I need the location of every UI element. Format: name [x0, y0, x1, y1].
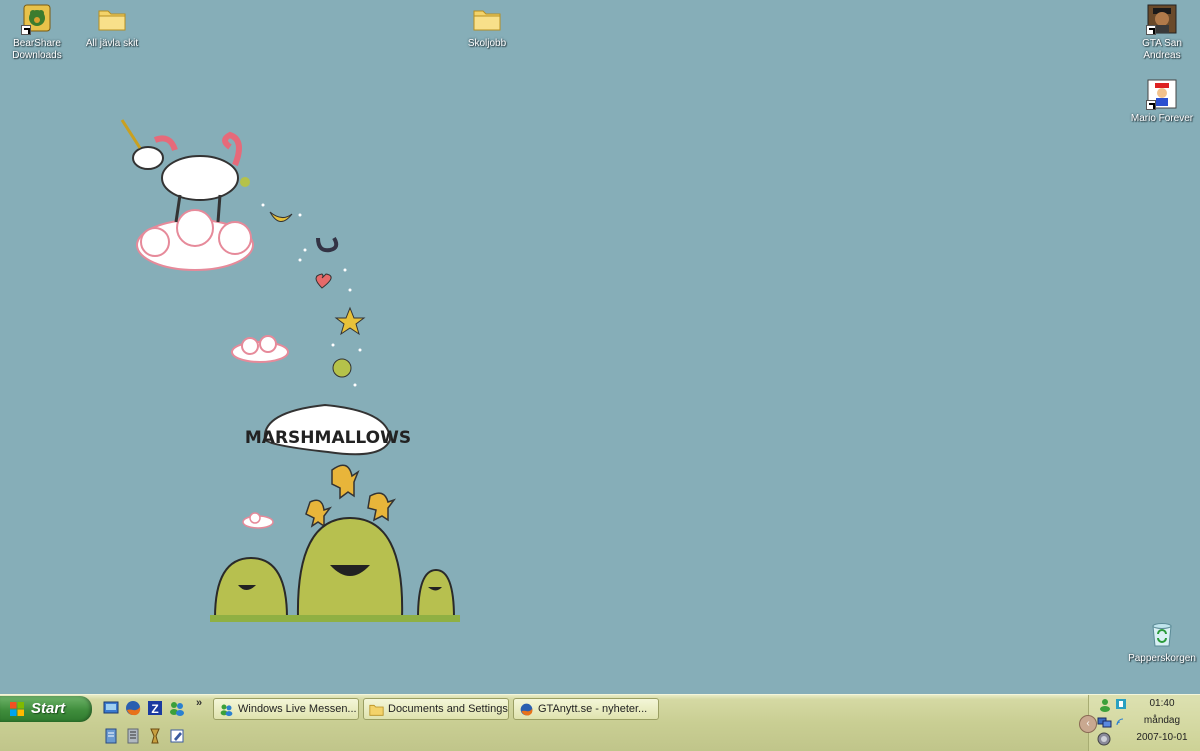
desktop-icon-label: Papperskorgen — [1128, 653, 1196, 664]
firefox-icon[interactable] — [124, 699, 142, 717]
taskbar-button-documents-and-settings[interactable]: Documents and Settings — [363, 698, 509, 720]
mario-icon — [1146, 78, 1178, 110]
network-icon[interactable] — [1097, 715, 1113, 729]
taskbar-button-firefox[interactable]: GTAnytt.se - nyheter... — [513, 698, 659, 720]
desktop-icon-label: BearShare Downloads — [12, 38, 62, 61]
folder-icon — [369, 704, 384, 716]
notepad-icon[interactable] — [102, 727, 120, 745]
marshmallows-banner: MARSHMALLOWS — [245, 403, 411, 456]
bearshare-icon — [21, 3, 53, 35]
tool-icon[interactable] — [146, 727, 164, 745]
green-marshmallows-graphic — [210, 516, 460, 622]
tray-expand-button[interactable]: ‹ — [1079, 715, 1097, 733]
small-cloud-graphic — [231, 335, 289, 363]
zone-icon[interactable]: Z — [146, 699, 164, 717]
desktop-icon-bearshare[interactable]: BearShare Downloads — [0, 3, 74, 62]
taskbar-button-label: Documents and Settings — [388, 703, 508, 715]
taskbar: Start Z » Windows Live Messen... Documen… — [0, 694, 1200, 751]
gta-icon — [1146, 3, 1178, 35]
desktop-icon-skoljobb[interactable]: Skoljobb — [450, 3, 524, 50]
desktop-icon-label: All jävla skit — [85, 38, 139, 49]
update-icon[interactable] — [1115, 698, 1127, 710]
start-label: Start — [31, 700, 66, 717]
shortcut-arrow-icon — [1146, 25, 1156, 35]
windows-logo-icon — [10, 702, 24, 716]
banner-text: MARSHMALLOWS — [245, 428, 411, 448]
desktop-icon-all-javla-skit[interactable]: All jävla skit — [75, 3, 149, 50]
volume-icon[interactable] — [1097, 732, 1111, 746]
desktop-icon-label: GTA San Andreas — [1142, 38, 1182, 61]
shortcut-arrow-icon — [21, 25, 31, 35]
desktop: BearShare Downloads All jävla skit Skolj… — [0, 0, 1200, 694]
signal-icon[interactable] — [1115, 717, 1125, 727]
quick-launch-more-button[interactable]: » — [196, 697, 202, 709]
desktop-icon-papperskorgen[interactable]: Papperskorgen — [1125, 618, 1199, 665]
messenger-icon — [220, 704, 233, 717]
system-tray: ‹ 01:40 måndag 2007-10-01 — [1079, 695, 1200, 751]
firefox-icon — [520, 703, 533, 716]
clock[interactable]: 01:40 måndag 2007-10-01 — [1129, 695, 1195, 746]
wallpaper-artwork: MARSHMALLOWS — [120, 119, 460, 622]
desktop-icon-label: Skoljobb — [467, 38, 507, 49]
winamp-icon[interactable] — [124, 727, 142, 745]
clock-date: 2007-10-01 — [1136, 732, 1188, 743]
start-button[interactable]: Start — [0, 696, 92, 722]
taskbar-button-label: Windows Live Messen... — [238, 703, 357, 715]
edit-icon[interactable] — [168, 727, 186, 745]
clock-day: måndag — [1143, 715, 1181, 726]
svg-text:Z: Z — [151, 702, 158, 716]
taskbar-button-label: GTAnytt.se - nyheter... — [538, 703, 648, 715]
desktop-icon-gta-san-andreas[interactable]: GTA San Andreas — [1125, 3, 1199, 62]
messenger-icon[interactable] — [168, 699, 186, 717]
desktop-icon-label: Mario Forever — [1130, 113, 1194, 124]
recycle-bin-icon — [1146, 618, 1178, 650]
clock-time: 01:40 — [1149, 698, 1175, 709]
small-cloud-graphic — [242, 512, 274, 529]
shortcut-arrow-icon — [1146, 100, 1156, 110]
messenger-status-icon[interactable] — [1099, 698, 1111, 712]
unicorn-graphic — [120, 119, 250, 223]
folder-icon — [471, 3, 503, 35]
jumping-marshmallows-graphic — [305, 464, 397, 528]
show-desktop-icon[interactable] — [102, 699, 120, 717]
cloud-graphic — [136, 209, 254, 271]
folder-icon — [96, 3, 128, 35]
taskbar-button-messenger[interactable]: Windows Live Messen... — [213, 698, 359, 720]
desktop-icon-mario-forever[interactable]: Mario Forever — [1125, 78, 1199, 125]
